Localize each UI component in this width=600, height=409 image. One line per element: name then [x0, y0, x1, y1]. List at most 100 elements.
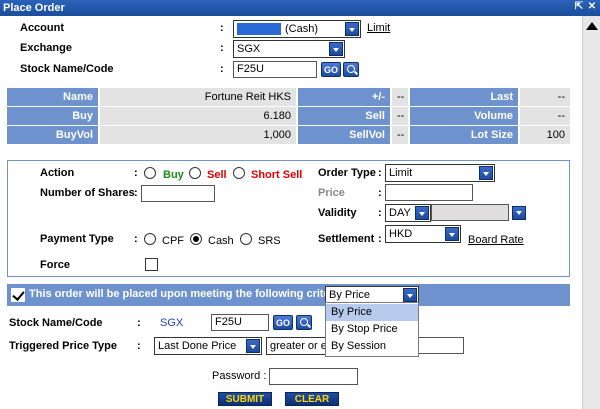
- quote-value: --: [392, 107, 408, 125]
- force-checkbox[interactable]: [145, 258, 158, 271]
- settlement-value: HKD: [389, 228, 413, 240]
- compare-select[interactable]: greater or e: [266, 337, 330, 355]
- order-type-label: Order Type: [318, 167, 376, 179]
- chevron-down-icon[interactable]: [403, 288, 417, 302]
- submit-button[interactable]: SUBMIT: [218, 392, 272, 406]
- compare-value: greater or e: [270, 340, 327, 352]
- validity-value: DAY: [389, 207, 411, 219]
- quote-value: --: [520, 88, 570, 106]
- short-sell-label: Short Sell: [251, 169, 303, 181]
- quote-value: 1,000: [100, 126, 296, 144]
- validity-date-field: [431, 204, 509, 221]
- order-type-select[interactable]: Limit: [385, 164, 495, 182]
- short-sell-radio[interactable]: [233, 167, 245, 179]
- sell-label: Sell: [207, 169, 227, 181]
- limit-link[interactable]: Limit: [367, 22, 390, 34]
- conditional-order-checkbox[interactable]: [11, 288, 25, 302]
- cash-radio[interactable]: [190, 233, 202, 245]
- settlement-select[interactable]: HKD: [385, 225, 461, 243]
- srs-radio[interactable]: [240, 233, 252, 245]
- trigger-price-input[interactable]: [418, 337, 464, 354]
- criteria-option[interactable]: By Price: [326, 304, 418, 321]
- exchange-label: Exchange: [20, 42, 72, 54]
- conditional-order-bar: This order will be placed upon meeting t…: [7, 284, 570, 306]
- vertical-scrollbar[interactable]: [582, 16, 600, 409]
- chevron-down-icon[interactable]: [246, 339, 260, 353]
- triggered-price-value: Last Done Price: [158, 340, 237, 352]
- board-rate-link[interactable]: Board Rate: [468, 234, 524, 246]
- payment-label: Payment Type: [40, 233, 114, 245]
- criteria-option[interactable]: By Session: [326, 338, 418, 355]
- account-label: Account: [20, 22, 64, 34]
- password-input[interactable]: [269, 368, 358, 385]
- quote-header: Buy: [7, 107, 98, 125]
- chevron-down-icon[interactable]: [329, 42, 343, 56]
- restore-icon[interactable]: ⇱: [573, 1, 585, 13]
- quote-header: Lot Size: [410, 126, 518, 144]
- quote-row: BuyVol 1,000 SellVol -- Lot Size 100: [7, 126, 570, 144]
- condition-go-button[interactable]: GO: [273, 315, 293, 330]
- exchange-select[interactable]: SGX: [233, 40, 345, 58]
- cash-label: Cash: [208, 235, 234, 247]
- close-icon[interactable]: ✕: [586, 1, 598, 13]
- search-icon[interactable]: [296, 315, 312, 330]
- quote-row: Name Fortune Reit HKS +/- -- Last --: [7, 88, 570, 106]
- scroll-up-icon[interactable]: [586, 22, 598, 30]
- chevron-down-icon[interactable]: [445, 227, 459, 241]
- criteria-value: By Price: [329, 289, 370, 301]
- stock-label: Stock Name/Code: [20, 63, 114, 75]
- cpf-radio[interactable]: [144, 233, 156, 245]
- exchange-value: SGX: [237, 43, 261, 55]
- account-masked: [237, 23, 281, 36]
- order-type-value: Limit: [389, 167, 413, 179]
- password-label: Password :: [212, 370, 267, 382]
- clear-button[interactable]: CLEAR: [285, 392, 339, 406]
- shares-input[interactable]: [141, 185, 215, 202]
- account-select[interactable]: (Cash): [233, 20, 361, 38]
- price-label: Price: [318, 187, 345, 199]
- buy-radio[interactable]: [144, 167, 156, 179]
- quote-header: SellVol: [298, 126, 390, 144]
- account-type: (Cash): [285, 23, 319, 35]
- quote-header: Name: [7, 88, 98, 106]
- stock-input[interactable]: F25U: [233, 61, 317, 78]
- criteria-option[interactable]: By Stop Price: [326, 321, 418, 338]
- chevron-down-icon[interactable]: [345, 22, 359, 36]
- sell-radio[interactable]: [189, 167, 201, 179]
- quote-header: BuyVol: [7, 126, 98, 144]
- quote-value: --: [392, 88, 408, 106]
- settlement-label: Settlement: [318, 233, 375, 245]
- quote-header: Sell: [298, 107, 390, 125]
- search-icon[interactable]: [343, 62, 359, 77]
- shares-label: Number of Shares: [40, 187, 135, 199]
- quote-value: --: [520, 107, 570, 125]
- quote-value: 6.180: [100, 107, 296, 125]
- chevron-down-icon[interactable]: [415, 206, 429, 220]
- quote-value: Fortune Reit HKS: [100, 88, 296, 106]
- chevron-down-icon[interactable]: [479, 166, 493, 180]
- quote-row: Buy 6.180 Sell -- Volume --: [7, 107, 570, 125]
- triggered-price-label: Triggered Price Type: [9, 340, 118, 352]
- quote-header: Volume: [410, 107, 518, 125]
- validity-select[interactable]: DAY: [385, 204, 431, 222]
- condition-stock-label: Stock Name/Code: [9, 317, 103, 329]
- go-button[interactable]: GO: [321, 62, 341, 77]
- conditional-order-text: This order will be placed upon meeting t…: [29, 288, 347, 300]
- criteria-dropdown-menu: By Price By Stop Price By Session: [325, 302, 419, 357]
- condition-stock-input[interactable]: F25U: [211, 314, 269, 331]
- quote-header: Last: [410, 88, 518, 106]
- quote-value: --: [392, 126, 408, 144]
- condition-exchange: SGX: [160, 317, 184, 329]
- action-label: Action: [40, 167, 75, 179]
- chevron-down-icon[interactable]: [512, 206, 526, 220]
- buy-label: Buy: [163, 169, 184, 181]
- triggered-price-select[interactable]: Last Done Price: [154, 337, 262, 355]
- quote-value: 100: [520, 126, 570, 144]
- validity-label: Validity: [318, 207, 357, 219]
- price-input[interactable]: [385, 184, 473, 201]
- window-title: Place Order: [3, 2, 65, 14]
- quote-header: +/-: [298, 88, 390, 106]
- title-bar: Place Order ⇱ ✕: [0, 0, 600, 16]
- force-label: Force: [40, 259, 70, 271]
- cpf-label: CPF: [162, 235, 184, 247]
